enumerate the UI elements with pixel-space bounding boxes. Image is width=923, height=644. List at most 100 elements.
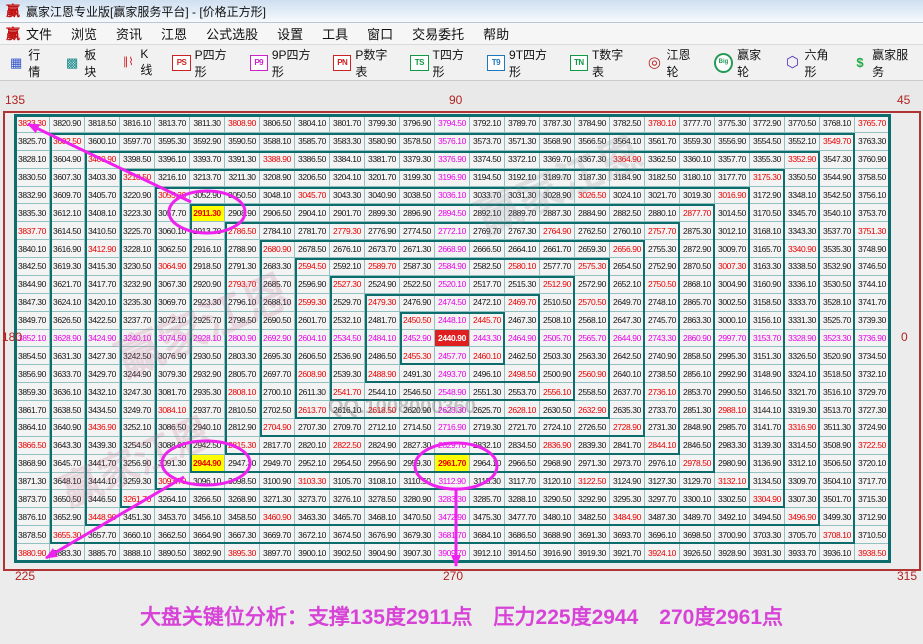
menu-item-window[interactable]: 窗口 (367, 24, 393, 43)
grid-cell: 2500.90 (540, 365, 575, 383)
grid-cell: 3081.70 (155, 383, 190, 401)
grid-cell: 2539.30 (330, 365, 365, 383)
grid-cell: 2992.90 (715, 365, 750, 383)
quotes-grid-icon: ▦ (8, 55, 24, 70)
grid-cell: 3211.30 (225, 169, 260, 187)
grid-cell: 2913.70 (190, 222, 225, 240)
grid-cell: 3828.10 (15, 151, 50, 169)
grid-cell: 2796.10 (225, 294, 260, 312)
menu-item-tools[interactable]: 工具 (322, 24, 348, 43)
grid-cell: 2822.50 (330, 437, 365, 455)
menu-item-settings[interactable]: 设置 (277, 24, 303, 43)
grid-cell: 2798.50 (225, 312, 260, 330)
grid-cell: 3472.90 (435, 508, 470, 526)
grid-cell: 2884.90 (575, 204, 610, 222)
grid-cell: 3388.90 (260, 151, 295, 169)
grid-cell: 3484.90 (610, 508, 645, 526)
toolbar-p-table-button[interactable]: PN P数字表 (333, 46, 397, 80)
menu-item-browse[interactable]: 浏览 (71, 24, 97, 43)
grid-cell: 3084.10 (155, 401, 190, 419)
toolbar-sectors-button[interactable]: ▩ 板块 (64, 46, 107, 80)
menu-item-trading[interactable]: 交易委托 (412, 24, 464, 43)
grid-cell: 3417.70 (85, 276, 120, 294)
toolbar-winner-wheel-button[interactable]: Big 赢家轮 (714, 46, 771, 80)
grid-cell: 3379.30 (400, 151, 435, 169)
grid-cell: 2781.70 (295, 222, 330, 240)
grid-cell: 3492.10 (715, 508, 750, 526)
grid-cell: 3405.70 (85, 187, 120, 205)
grid-cell: 2918.50 (190, 258, 225, 276)
menu-item-help[interactable]: 帮助 (483, 24, 509, 43)
grid-cell: 3808.90 (225, 115, 260, 133)
toolbar-gann-wheel-button[interactable]: ◎ 江恩轮 (646, 46, 701, 80)
grid-cell: 3710.50 (855, 526, 890, 544)
grid-cell: 2808.10 (225, 383, 260, 401)
grid-cell: 3633.70 (50, 365, 85, 383)
grid-cell: 2923.30 (190, 294, 225, 312)
grid-cell: 3088.90 (155, 437, 190, 455)
toolbar-9p-square-button[interactable]: P9 9P四方形 (250, 46, 321, 80)
grid-cell: 2911.30 (190, 204, 225, 222)
grid-cell: 3331.30 (785, 312, 820, 330)
menu-item-gann[interactable]: 江恩 (161, 24, 187, 43)
grid-cell: 3168.10 (750, 222, 785, 240)
grid-cell: 3890.50 (155, 544, 190, 562)
grid-cell: 3230.50 (120, 258, 155, 276)
grid-cell: 2964.10 (470, 455, 505, 473)
grid-cell: 2767.30 (505, 222, 540, 240)
grid-cell: 3554.50 (750, 133, 785, 151)
grid-cell: 3772.90 (750, 115, 785, 133)
grid-cell: 3328.90 (785, 330, 820, 348)
grid-cell: 3576.10 (435, 133, 470, 151)
toolbar-p-square-button[interactable]: PS P四方形 (172, 46, 236, 80)
grid-cell: 3398.50 (120, 151, 155, 169)
grid-cell: 3616.90 (50, 240, 85, 258)
grid-cell: 3792.10 (470, 115, 505, 133)
grid-cell: 3156.10 (750, 312, 785, 330)
grid-cell: 2700.10 (260, 383, 295, 401)
toolbar-label: 赢家轮 (737, 46, 771, 80)
grid-cell: 3612.10 (50, 204, 85, 222)
grid-cell: 2481.70 (365, 312, 400, 330)
toolbar-t-square-button[interactable]: TS T四方形 (410, 46, 474, 80)
grid-cell: 3100.90 (260, 473, 295, 491)
grid-cell: 3840.10 (15, 240, 50, 258)
grid-cell: 2695.30 (260, 347, 295, 365)
grid-cell: 3060.10 (155, 222, 190, 240)
grid-cell: 3268.90 (225, 490, 260, 508)
grid-cell: 2647.30 (610, 312, 645, 330)
grid-cell: 2498.50 (505, 365, 540, 383)
grid-cell: 3530.50 (820, 276, 855, 294)
grid-cell: 2949.70 (260, 455, 295, 473)
grid-cell: 3876.10 (15, 508, 50, 526)
grid-cell: 2940.10 (190, 419, 225, 437)
grid-cell: 3206.50 (295, 169, 330, 187)
grid-cell: 3489.70 (680, 508, 715, 526)
grid-cell: 3007.30 (715, 258, 750, 276)
toolbar-service-button[interactable]: $ 赢家服务 (852, 46, 918, 80)
toolbar-9t-square-button[interactable]: T9 9T四方形 (487, 46, 557, 80)
grid-cell: 3242.50 (120, 347, 155, 365)
grid-cell: 3835.30 (15, 204, 50, 222)
grid-cell: 2450.50 (400, 312, 435, 330)
grid-cell: 3012.10 (715, 222, 750, 240)
grid-cell: 2800.90 (225, 330, 260, 348)
grid-cell: 3854.50 (15, 347, 50, 365)
toolbar-kline-button[interactable]: ∥⌇ K线 (120, 47, 159, 78)
toolbar-quotes-button[interactable]: ▦ 行情 (8, 46, 51, 80)
hexagon-icon: ⬡ (784, 55, 800, 70)
toolbar-hexagon-button[interactable]: ⬡ 六角形 (784, 46, 839, 80)
menu-item-file[interactable]: 文件 (26, 24, 52, 43)
angle-label-45: 45 (897, 93, 910, 107)
menu-item-formula-stockpick[interactable]: 公式选股 (206, 24, 258, 43)
grid-cell: 3247.30 (120, 383, 155, 401)
grid-cell: 3254.50 (120, 437, 155, 455)
menu-item-news[interactable]: 资讯 (116, 24, 142, 43)
grid-cell: 2625.70 (470, 401, 505, 419)
toolbar-t-table-button[interactable]: TN T数字表 (570, 46, 634, 80)
grid-cell: 3811.30 (190, 115, 225, 133)
grid-cell: 3780.10 (645, 115, 680, 133)
grid-cell: 2872.90 (680, 240, 715, 258)
grid-cell: 3494.50 (750, 508, 785, 526)
grid-cell: 2817.70 (260, 437, 295, 455)
